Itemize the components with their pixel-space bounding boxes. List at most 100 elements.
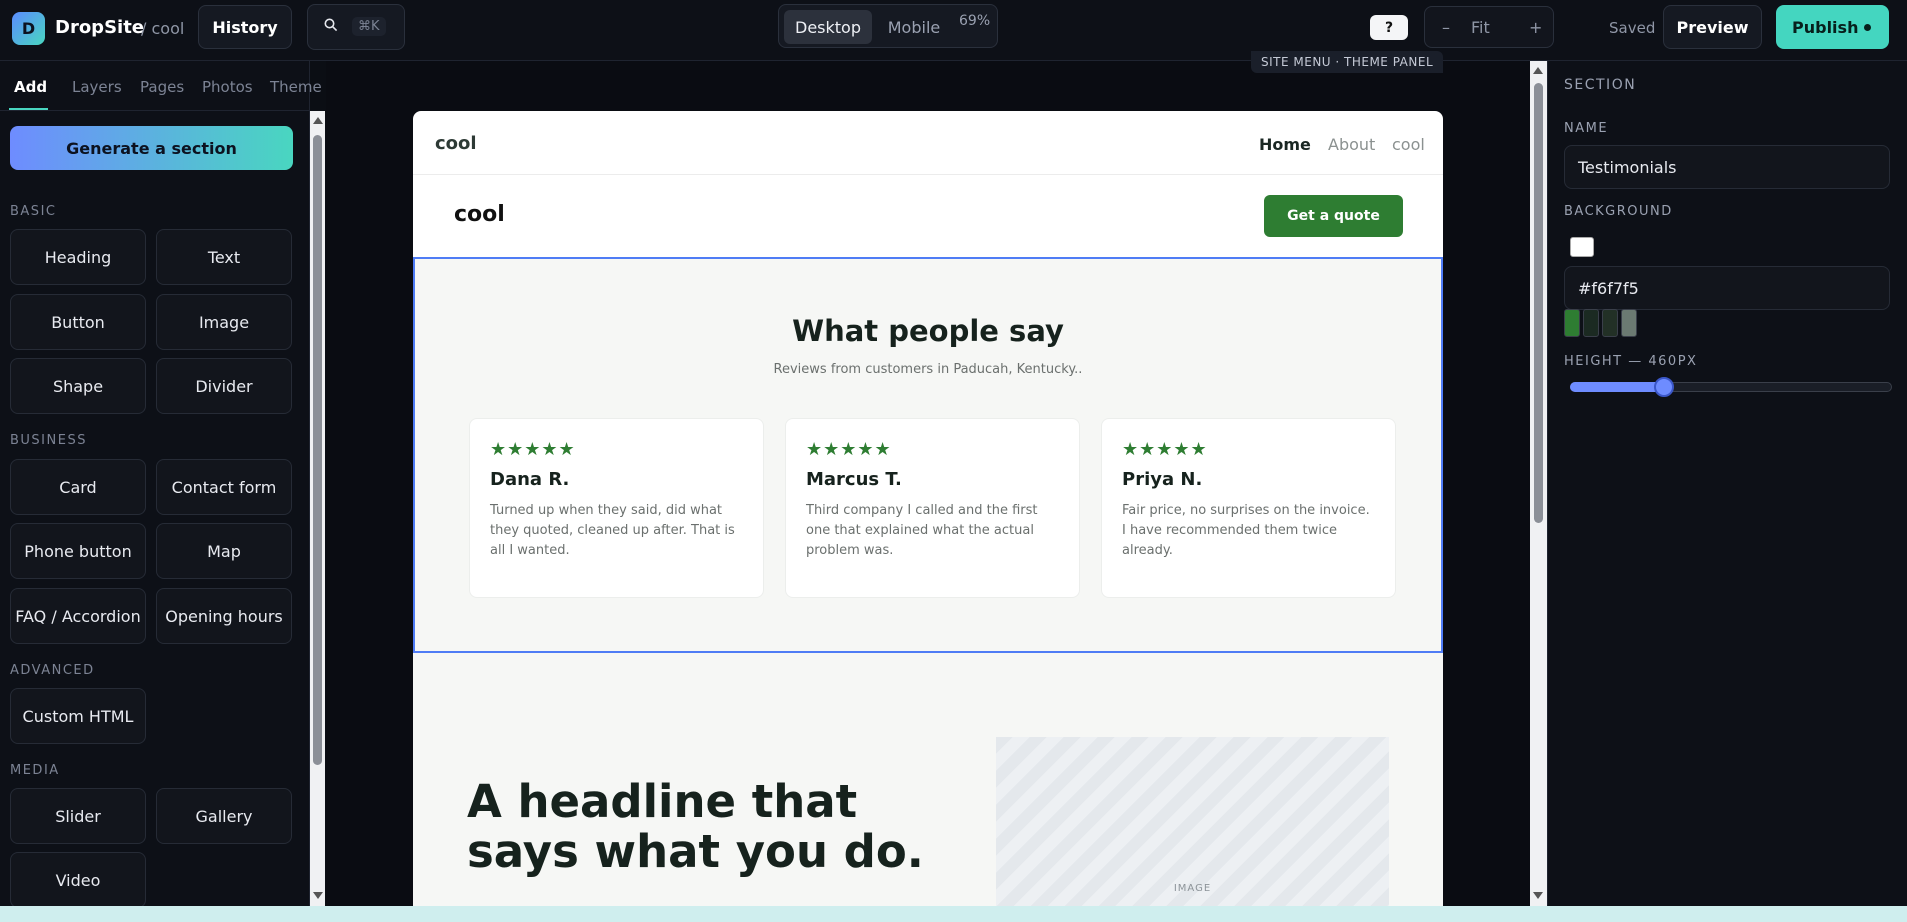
testimonials-subtitle: Reviews from customers in Paducah, Kentu… — [773, 362, 1083, 377]
publish-label: Publish — [1792, 17, 1859, 37]
add-heading-tile[interactable]: Heading — [10, 229, 146, 285]
review-text: Third company I called and the first one… — [806, 503, 1038, 558]
left-panel-tabs: Add Layers Pages Photos Theme — [0, 61, 322, 111]
add-phone-button-tile[interactable]: Phone button — [10, 523, 146, 579]
editor-canvas: cool Home About cool cool Get a quote Wh… — [326, 61, 1530, 906]
add-gallery-tile[interactable]: Gallery — [156, 788, 292, 844]
site-nav-brand: cool — [435, 133, 477, 154]
view-desktop-button[interactable]: Desktop — [784, 10, 872, 44]
site-preview: cool Home About cool cool Get a quote Wh… — [413, 111, 1443, 906]
background-hex-input[interactable]: #f6f7f5 — [1564, 266, 1890, 310]
app-logo[interactable]: D — [12, 12, 45, 45]
theme-swatch-forest[interactable] — [1602, 309, 1618, 337]
hero-section[interactable]: A headline that says what you do. IMAGE — [413, 653, 1443, 906]
scroll-down-arrow-icon[interactable] — [313, 892, 323, 899]
site-header-brand: cool — [454, 202, 505, 227]
site-link-about[interactable]: About — [1328, 135, 1375, 154]
add-button-tile[interactable]: Button — [10, 294, 146, 350]
search-button[interactable]: ⌘K — [307, 4, 405, 50]
add-divider-tile[interactable]: Divider — [156, 358, 292, 414]
scroll-up-arrow-icon[interactable] — [313, 117, 323, 124]
theme-swatch-green[interactable] — [1564, 309, 1580, 337]
group-label-media: MEDIA — [10, 763, 60, 778]
save-status: Saved — [1609, 19, 1656, 37]
image-placeholder-label: IMAGE — [1173, 883, 1212, 894]
group-label-business: BUSINESS — [10, 433, 87, 448]
breadcrumb[interactable]: / cool — [141, 19, 184, 38]
add-card-tile[interactable]: Card — [10, 459, 146, 515]
theme-swatch-dark[interactable] — [1583, 309, 1599, 337]
view-mobile-button[interactable]: Mobile — [874, 10, 954, 44]
theme-swatch-grey[interactable] — [1621, 309, 1637, 337]
add-faq-tile[interactable]: FAQ / Accordion — [10, 588, 146, 644]
group-label-basic: BASIC — [10, 204, 57, 219]
add-video-tile[interactable]: Video — [10, 852, 146, 908]
site-link-home[interactable]: Home — [1259, 135, 1311, 154]
add-image-tile[interactable]: Image — [156, 294, 292, 350]
zoom-controls: – Fit + — [1424, 6, 1554, 48]
reviewer-name: Priya N. — [1122, 469, 1203, 490]
add-slider-tile[interactable]: Slider — [10, 788, 146, 844]
scroll-up-arrow-icon[interactable] — [1533, 67, 1543, 74]
publish-button[interactable]: Publish — [1776, 5, 1889, 49]
unpublished-dot-icon — [1864, 24, 1871, 31]
preview-button[interactable]: Preview — [1663, 5, 1762, 49]
left-panel-scroll-thumb[interactable] — [313, 135, 322, 765]
site-nav[interactable]: cool Home About cool — [413, 111, 1443, 175]
inspector-heading: SECTION — [1564, 77, 1637, 93]
star-rating-icon: ★★★★★ — [806, 439, 892, 460]
add-opening-hours-tile[interactable]: Opening hours — [156, 588, 292, 644]
star-rating-icon: ★★★★★ — [1122, 439, 1208, 460]
section-name-input[interactable]: Testimonials — [1564, 145, 1890, 189]
group-label-advanced: ADVANCED — [10, 663, 95, 678]
star-rating-icon: ★★★★★ — [490, 439, 576, 460]
tab-pages[interactable]: Pages — [140, 78, 184, 96]
add-text-tile[interactable]: Text — [156, 229, 292, 285]
zoom-level: 69% — [959, 13, 991, 29]
site-header-section[interactable]: cool Get a quote — [413, 175, 1443, 257]
testimonials-title: What people say — [792, 314, 1064, 348]
bottom-strip — [0, 906, 1907, 922]
testimonial-card[interactable]: ★★★★★ Priya N. Fair price, no surprises … — [1101, 418, 1396, 598]
testimonial-card[interactable]: ★★★★★ Dana R. Turned up when they said, … — [469, 418, 764, 598]
reviewer-name: Marcus T. — [806, 469, 902, 490]
review-text: Fair price, no surprises on the invoice.… — [1122, 503, 1370, 558]
hero-headline: A headline that says what you do. — [467, 775, 924, 878]
height-slider-fill — [1570, 382, 1663, 392]
site-menu-theme-tag[interactable]: SITE MENU · THEME PANEL — [1251, 51, 1444, 73]
hero-image-placeholder[interactable]: IMAGE — [996, 737, 1389, 906]
height-slider-handle[interactable] — [1654, 377, 1674, 397]
get-a-quote-button[interactable]: Get a quote — [1264, 195, 1403, 237]
left-panel: Add Layers Pages Photos Theme Generate a… — [0, 61, 322, 908]
canvas-scroll-thumb[interactable] — [1534, 83, 1543, 523]
background-color-swatch[interactable] — [1570, 237, 1594, 257]
testimonial-card[interactable]: ★★★★★ Marcus T. Third company I called a… — [785, 418, 1080, 598]
tab-layers[interactable]: Layers — [72, 78, 122, 96]
app-brand: DropSite — [55, 17, 145, 38]
search-icon — [324, 18, 338, 32]
testimonials-section[interactable]: What people say Reviews from customers i… — [413, 257, 1443, 653]
zoom-fit-button[interactable]: Fit — [1471, 18, 1490, 37]
reviewer-name: Dana R. — [490, 469, 570, 490]
add-custom-html-tile[interactable]: Custom HTML — [10, 688, 146, 744]
site-link-cool[interactable]: cool — [1392, 135, 1425, 154]
tab-theme[interactable]: Theme — [270, 78, 322, 96]
help-button[interactable]: ? — [1370, 15, 1408, 40]
search-shortcut: ⌘K — [352, 17, 386, 36]
add-shape-tile[interactable]: Shape — [10, 358, 146, 414]
zoom-out-button[interactable]: – — [1442, 18, 1450, 37]
generate-section-button[interactable]: Generate a section — [10, 126, 293, 170]
history-button[interactable]: History — [198, 5, 292, 49]
tab-add[interactable]: Add — [14, 78, 47, 96]
top-bar: D DropSite / cool History ⌘K Desktop Mob… — [0, 0, 1907, 61]
background-label: BACKGROUND — [1564, 204, 1673, 219]
add-contact-form-tile[interactable]: Contact form — [156, 459, 292, 515]
scroll-down-arrow-icon[interactable] — [1533, 892, 1543, 899]
add-map-tile[interactable]: Map — [156, 523, 292, 579]
left-panel-scrollbar[interactable] — [310, 111, 325, 906]
name-label: NAME — [1564, 121, 1609, 136]
zoom-in-button[interactable]: + — [1529, 18, 1542, 37]
canvas-scrollbar[interactable] — [1530, 61, 1547, 906]
tab-photos[interactable]: Photos — [202, 78, 253, 96]
height-label: HEIGHT — 460PX — [1564, 354, 1698, 369]
